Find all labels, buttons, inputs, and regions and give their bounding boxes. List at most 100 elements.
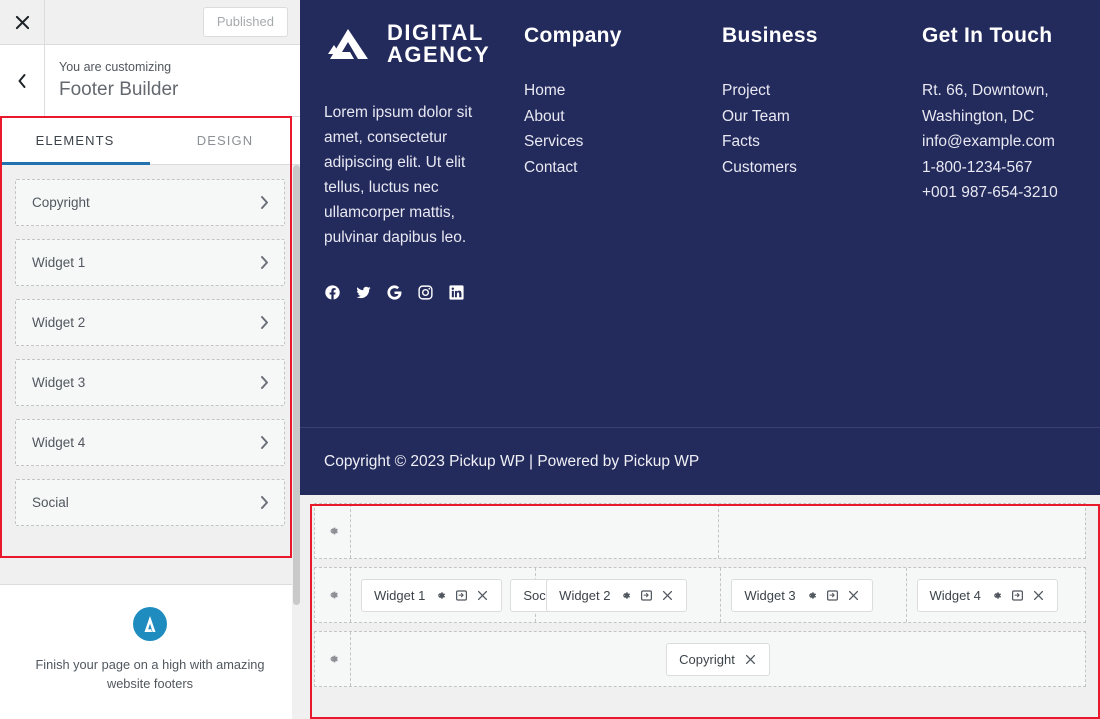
builder-row-middle: Widget 1 Social Widget 2 Widget 3 Widget… (314, 567, 1086, 623)
swap-icon[interactable] (1011, 589, 1024, 602)
chevron-right-icon (259, 255, 270, 270)
gear-icon[interactable] (990, 589, 1003, 602)
facebook-icon[interactable] (324, 284, 341, 301)
contact-email[interactable]: info@example.com (922, 129, 1058, 155)
close-icon[interactable] (661, 589, 674, 602)
chip-label: Widget 4 (929, 587, 981, 603)
sidebar-item-widget-4[interactable]: Widget 4 (15, 419, 285, 466)
sidebar-scrollbar-thumb[interactable] (293, 165, 300, 605)
footer-link[interactable]: Contact (524, 155, 704, 181)
brand-name-line2: AGENCY (387, 42, 491, 67)
elements-list: Copyright Widget 1 Widget 2 Widget 3 Wid… (0, 165, 300, 584)
row-columns: Copyright (351, 632, 1085, 686)
sidebar-item-label: Copyright (32, 195, 90, 210)
footer-builder-panel: Widget 1 Social Widget 2 Widget 3 Widget… (300, 495, 1100, 719)
copyright-text: Copyright © 2023 Pickup WP | Powered by … (324, 452, 700, 470)
builder-chip-widget-2[interactable]: Widget 2 (546, 578, 688, 612)
footer-link[interactable]: Services (524, 129, 704, 155)
gear-icon (330, 655, 338, 663)
swap-icon[interactable] (455, 589, 468, 602)
linkedin-icon[interactable] (448, 284, 465, 301)
builder-chip-widget-1[interactable]: Widget 1 (361, 578, 503, 612)
publish-button[interactable]: Published (202, 7, 288, 37)
builder-chip-copyright[interactable]: Copyright (666, 642, 770, 676)
close-icon[interactable] (744, 653, 757, 666)
gear-icon[interactable] (619, 589, 632, 602)
row-columns (351, 504, 1085, 558)
close-icon[interactable] (1032, 589, 1045, 602)
contact-details: Rt. 66, Downtown, Washington, DC info@ex… (922, 78, 1058, 206)
social-icons-row (324, 284, 506, 301)
contact-phone[interactable]: +001 987-654-3210 (922, 180, 1058, 206)
sidebar-item-widget-3[interactable]: Widget 3 (15, 359, 285, 406)
footer-column-contact: Get In Touch Rt. 66, Downtown, Washingto… (922, 16, 1076, 427)
footer-link-list: Project Our Team Facts Customers (722, 78, 904, 180)
chip-label: Copyright (679, 651, 735, 667)
sidebar-item-copyright[interactable]: Copyright (15, 179, 285, 226)
promo-section: Finish your page on a high with amazing … (0, 585, 300, 719)
chip-actions (434, 589, 489, 602)
sidebar-item-label: Widget 3 (32, 375, 86, 390)
gear-icon (330, 527, 338, 535)
contact-phone[interactable]: 1-800-1234-567 (922, 155, 1058, 181)
builder-column[interactable] (351, 504, 719, 558)
builder-column[interactable]: Copyright (351, 632, 1085, 686)
builder-column[interactable] (719, 504, 1086, 558)
google-icon[interactable] (386, 284, 403, 301)
sidebar-scrollbar[interactable] (292, 165, 300, 719)
twitter-icon[interactable] (355, 284, 372, 301)
tab-elements[interactable]: ELEMENTS (0, 117, 150, 165)
sidebar-item-label: Social (32, 495, 69, 510)
chevron-right-icon (259, 435, 270, 450)
panel-tabs: ELEMENTS DESIGN (0, 117, 300, 165)
footer-copyright-bar: Copyright © 2023 Pickup WP | Powered by … (300, 427, 1100, 495)
close-customizer-button[interactable] (0, 0, 45, 44)
builder-column[interactable]: Widget 2 (536, 568, 722, 622)
chevron-right-icon (259, 315, 270, 330)
chip-label: Widget 3 (744, 587, 796, 603)
contact-line: Washington, DC (922, 107, 1035, 125)
sidebar-item-label: Widget 4 (32, 435, 86, 450)
customizer-sidebar: Published You are customizing Footer Bui… (0, 0, 300, 719)
builder-chip-widget-4[interactable]: Widget 4 (916, 578, 1058, 612)
chevron-right-icon (259, 195, 270, 210)
chip-actions (805, 589, 860, 602)
footer-link[interactable]: Project (722, 78, 904, 104)
gear-icon[interactable] (434, 589, 447, 602)
swap-icon[interactable] (826, 589, 839, 602)
panel-titles: You are customizing Footer Builder (45, 45, 178, 116)
footer-link[interactable]: About (524, 104, 704, 130)
footer-link[interactable]: Our Team (722, 104, 904, 130)
close-icon[interactable] (476, 589, 489, 602)
builder-row-bottom: Copyright (314, 631, 1086, 687)
close-icon (15, 15, 29, 29)
customizer-panel-header: You are customizing Footer Builder (0, 45, 300, 117)
swap-icon[interactable] (640, 589, 653, 602)
footer-link[interactable]: Facts (722, 129, 904, 155)
gear-icon[interactable] (805, 589, 818, 602)
footer-link[interactable]: Customers (722, 155, 904, 181)
sidebar-item-social[interactable]: Social (15, 479, 285, 526)
tab-design[interactable]: DESIGN (150, 117, 300, 164)
footer-link[interactable]: Home (524, 78, 704, 104)
chevron-right-icon (259, 375, 270, 390)
row-settings-button[interactable] (315, 568, 351, 622)
customizer-topbar: Published (0, 0, 300, 45)
builder-column[interactable]: Widget 1 Social (351, 568, 594, 622)
row-settings-button[interactable] (315, 632, 351, 686)
back-button[interactable] (0, 45, 45, 116)
builder-column[interactable]: Widget 4 (907, 568, 1091, 622)
row-settings-button[interactable] (315, 504, 351, 558)
chip-label: Widget 2 (559, 587, 611, 603)
builder-column[interactable]: Widget 3 (721, 568, 907, 622)
contact-line: Rt. 66, Downtown, (922, 82, 1049, 99)
footer-column-heading: Business (722, 24, 818, 47)
close-icon[interactable] (847, 589, 860, 602)
panel-eyebrow: You are customizing (59, 59, 172, 74)
sidebar-item-widget-2[interactable]: Widget 2 (15, 299, 285, 346)
chip-label: Widget 1 (374, 587, 426, 603)
sidebar-item-widget-1[interactable]: Widget 1 (15, 239, 285, 286)
instagram-icon[interactable] (417, 284, 434, 301)
chip-actions (744, 653, 757, 666)
builder-chip-widget-3[interactable]: Widget 3 (731, 578, 873, 612)
